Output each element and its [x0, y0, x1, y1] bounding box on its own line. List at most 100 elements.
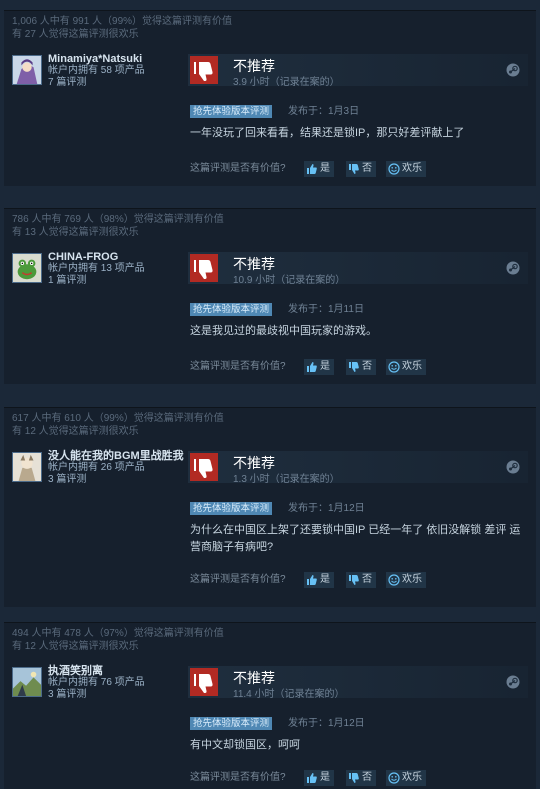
vote-funny-button[interactable]: 欢乐 — [386, 572, 426, 588]
helpful-question: 这篇评测是否有价值? — [190, 574, 286, 585]
avatar[interactable] — [12, 667, 42, 697]
review-text: 有中文却锁国区，呵呵 — [190, 739, 300, 751]
early-access-badge: 抢先体验版本评测 — [190, 105, 273, 118]
vote-no-button[interactable]: 否 — [346, 572, 376, 588]
product-count[interactable]: 帐户内拥有 58 项产品 — [48, 65, 145, 77]
vote-yes-label: 是 — [320, 772, 330, 783]
vote-no-label: 否 — [362, 163, 372, 174]
review-card: 617 人中有 610 人（99%）觉得这篇评测有价值 有 12 人觉得这篇评测… — [4, 407, 536, 607]
playtime: 1.3 小时（记录在案的） — [233, 474, 340, 485]
helpful-stat: 1,006 人中有 991 人（99%）觉得这篇评测有价值 — [12, 16, 233, 27]
vote-yes-button[interactable]: 是 — [304, 359, 334, 375]
review-card: 494 人中有 478 人（97%）觉得这篇评测有价值 有 12 人觉得这篇评测… — [4, 622, 536, 789]
vote-no-button[interactable]: 否 — [346, 161, 376, 177]
vote-header: 不推荐 10.9 小时（记录在案的） — [188, 252, 528, 286]
avatar[interactable] — [12, 452, 42, 482]
helpful-question: 这篇评测是否有价值? — [190, 163, 286, 174]
vote-no-button[interactable]: 否 — [346, 770, 376, 786]
vote-yes-label: 是 — [320, 574, 330, 585]
vote-no-label: 否 — [362, 361, 372, 372]
helpful-stat: 786 人中有 769 人（98%）觉得这篇评测有价值 — [12, 214, 224, 225]
smiley-icon — [388, 772, 400, 784]
reviewer-info: CHINA-FROG 帐户内拥有 13 项产品 1 篇评测 — [48, 251, 145, 287]
thumbs-down-icon — [190, 453, 218, 481]
funny-stat: 有 12 人觉得这篇评测很欢乐 — [12, 426, 139, 437]
avatar[interactable] — [12, 253, 42, 283]
posted-date: 发布于：1月12日 — [288, 503, 365, 514]
thumbs-down-icon — [190, 56, 218, 84]
review-card: 1,006 人中有 991 人（99%）觉得这篇评测有价值 有 27 人觉得这篇… — [4, 10, 536, 186]
thumbs-down-small-icon — [349, 164, 359, 174]
vote-header: 不推荐 11.4 小时（记录在案的） — [188, 666, 528, 700]
review-text: 为什么在中国区上架了还要锁中国IP 已经一年了 依旧没解锁 差评 运营商脑子有病… — [190, 524, 521, 553]
username[interactable]: CHINA-FROG — [48, 251, 145, 263]
steam-icon — [506, 460, 520, 474]
helpful-question: 这篇评测是否有价值? — [190, 361, 286, 372]
review-text: 这是我见过的最歧视中国玩家的游戏。 — [190, 325, 377, 337]
thumbs-up-icon — [307, 773, 317, 783]
review-count[interactable]: 3 篇评测 — [48, 474, 184, 486]
vote-yes-button[interactable]: 是 — [304, 770, 334, 786]
vote-funny-label: 欢乐 — [402, 361, 422, 372]
reviewer-info: 没人能在我的BGM里战胜我 帐户内拥有 26 项产品 3 篇评测 — [48, 450, 184, 486]
reviewer-info: Minamiya*Natsuki 帐户内拥有 58 项产品 7 篇评测 — [48, 53, 145, 89]
early-access-badge: 抢先体验版本评测 — [190, 502, 273, 515]
review-count[interactable]: 3 篇评测 — [48, 689, 145, 701]
vote-no-button[interactable]: 否 — [346, 359, 376, 375]
review-stats: 786 人中有 769 人（98%）觉得这篇评测有价值 有 13 人觉得这篇评测… — [12, 213, 224, 239]
vote-header: 不推荐 3.9 小时（记录在案的） — [188, 54, 528, 88]
helpful-stat: 617 人中有 610 人（99%）觉得这篇评测有价值 — [12, 413, 224, 424]
review-card: 786 人中有 769 人（98%）觉得这篇评测有价值 有 13 人觉得这篇评测… — [4, 208, 536, 384]
username[interactable]: 没人能在我的BGM里战胜我 — [48, 450, 184, 462]
early-access-badge: 抢先体验版本评测 — [190, 717, 273, 730]
vote-funny-label: 欢乐 — [402, 772, 422, 783]
vote-header: 不推荐 1.3 小时（记录在案的） — [188, 451, 528, 485]
vote-no-label: 否 — [362, 574, 372, 585]
product-count[interactable]: 帐户内拥有 13 项产品 — [48, 263, 145, 275]
vote-yes-button[interactable]: 是 — [304, 572, 334, 588]
playtime: 10.9 小时（记录在案的） — [233, 275, 346, 286]
username[interactable]: 执酒笑别离 — [48, 665, 145, 677]
thumbs-down-small-icon — [349, 362, 359, 372]
review-count[interactable]: 1 篇评测 — [48, 275, 145, 287]
vote-funny-button[interactable]: 欢乐 — [386, 161, 426, 177]
vote-no-label: 否 — [362, 772, 372, 783]
review-count[interactable]: 7 篇评测 — [48, 77, 145, 89]
review-text: 一年没玩了回来看看，结果还是锁IP，那只好差评献上了 — [190, 127, 465, 139]
vote-funny-label: 欢乐 — [402, 163, 422, 174]
thumbs-down-icon — [190, 254, 218, 282]
posted-date: 发布于：1月3日 — [288, 106, 360, 117]
smiley-icon — [388, 361, 400, 373]
thumbs-down-small-icon — [349, 575, 359, 585]
username[interactable]: Minamiya*Natsuki — [48, 53, 145, 65]
vote-yes-label: 是 — [320, 361, 330, 372]
posted-date: 发布于：1月11日 — [288, 304, 364, 315]
product-count[interactable]: 帐户内拥有 26 项产品 — [48, 462, 184, 474]
steam-icon — [506, 261, 520, 275]
reviewer-info: 执酒笑别离 帐户内拥有 76 项产品 3 篇评测 — [48, 665, 145, 701]
vote-yes-button[interactable]: 是 — [304, 161, 334, 177]
thumbs-down-icon — [190, 668, 218, 696]
review-list: 1,006 人中有 991 人（99%）觉得这篇评测有价值 有 27 人觉得这篇… — [0, 0, 540, 789]
playtime: 11.4 小时（记录在案的） — [233, 689, 345, 700]
avatar[interactable] — [12, 55, 42, 85]
thumbs-up-icon — [307, 575, 317, 585]
smiley-icon — [388, 163, 400, 175]
steam-icon — [506, 675, 520, 689]
helpful-stat: 494 人中有 478 人（97%）觉得这篇评测有价值 — [12, 628, 224, 639]
smiley-icon — [388, 574, 400, 586]
vote-funny-button[interactable]: 欢乐 — [386, 359, 426, 375]
playtime: 3.9 小时（记录在案的） — [233, 77, 340, 88]
funny-stat: 有 13 人觉得这篇评测很欢乐 — [12, 227, 139, 238]
review-stats: 494 人中有 478 人（97%）觉得这篇评测有价值 有 12 人觉得这篇评测… — [12, 627, 224, 653]
vote-yes-label: 是 — [320, 163, 330, 174]
early-access-badge: 抢先体验版本评测 — [190, 303, 273, 316]
vote-funny-button[interactable]: 欢乐 — [386, 770, 426, 786]
product-count[interactable]: 帐户内拥有 76 项产品 — [48, 677, 145, 689]
steam-icon — [506, 63, 520, 77]
funny-stat: 有 27 人觉得这篇评测很欢乐 — [12, 29, 139, 40]
review-stats: 1,006 人中有 991 人（99%）觉得这篇评测有价值 有 27 人觉得这篇… — [12, 15, 232, 41]
posted-date: 发布于：1月12日 — [288, 718, 365, 729]
thumbs-up-icon — [307, 164, 317, 174]
thumbs-up-icon — [307, 362, 317, 372]
